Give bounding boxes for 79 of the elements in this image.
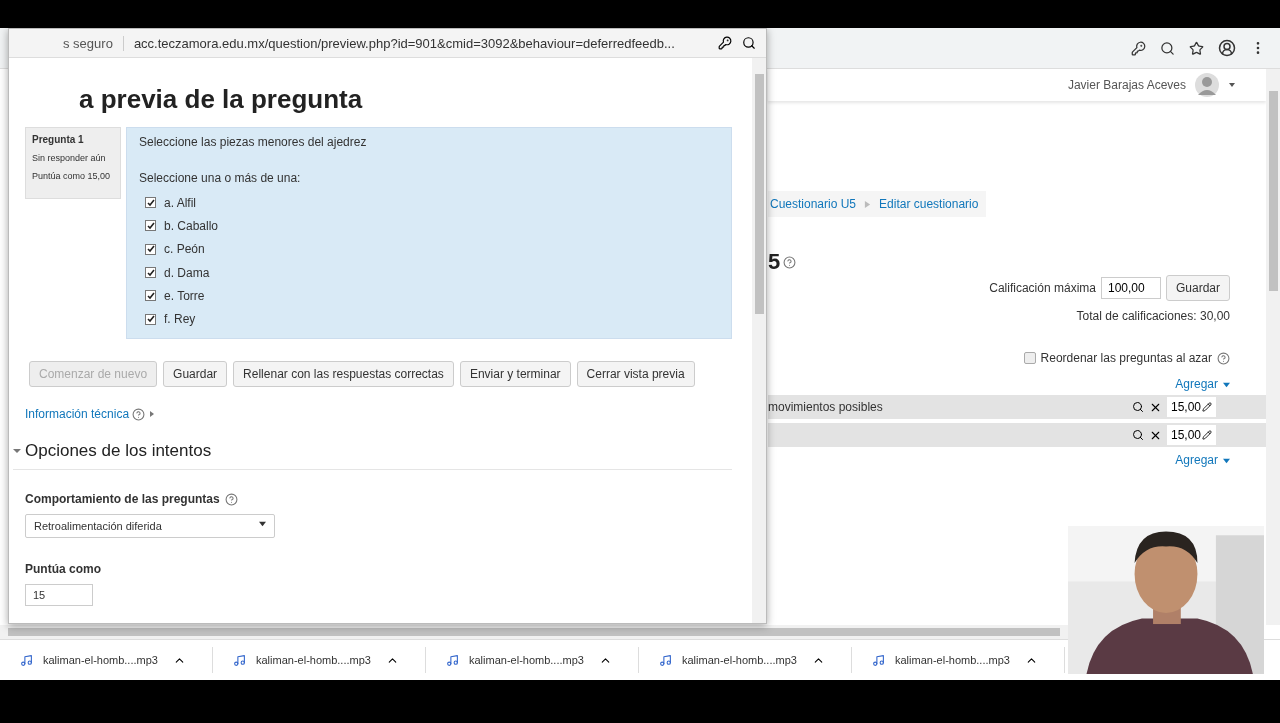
- edit-icon[interactable]: [1202, 402, 1212, 412]
- download-item[interactable]: kaliman-el-homb....mp3: [213, 647, 426, 673]
- question-number: Pregunta 1: [32, 134, 85, 145]
- option-label: b. Caballo: [164, 219, 219, 233]
- option-label: d. Dama: [164, 265, 210, 280]
- field-label: Puntúa como: [25, 562, 101, 576]
- zoom-icon: [1160, 40, 1175, 56]
- field-label: Calificación máxima: [989, 281, 1096, 295]
- help-icon: [1217, 351, 1230, 365]
- action-button[interactable]: Rellenar con las respuestas correctas: [233, 361, 454, 387]
- page-title: a previa de la pregunta: [79, 84, 364, 115]
- key-icon: [1131, 40, 1146, 56]
- audio-file-icon: [872, 653, 885, 667]
- mark-field[interactable]: 15,00: [1166, 397, 1216, 417]
- question-points: Puntúa como 15,00: [32, 171, 112, 181]
- caret-icon[interactable]: [1228, 81, 1236, 89]
- checkbox[interactable]: [145, 290, 156, 302]
- checkbox[interactable]: [145, 197, 156, 209]
- audio-file-icon: [659, 653, 672, 667]
- user-name[interactable]: Javier Barajas Aceves: [1067, 78, 1186, 92]
- mark-field[interactable]: 15,00: [1166, 425, 1216, 445]
- download-item[interactable]: kaliman-el-homb....mp3: [639, 647, 852, 673]
- scrollbar[interactable]: [1266, 69, 1280, 625]
- question-text: Seleccione las piezas menores del ajedrez: [139, 135, 368, 149]
- checkbox[interactable]: [1023, 352, 1036, 364]
- edit-icon[interactable]: [1202, 430, 1212, 440]
- bookmark-star-icon: [1189, 40, 1204, 56]
- technical-info-link[interactable]: Información técnica: [25, 407, 130, 421]
- scrollbar[interactable]: [752, 58, 766, 623]
- mark-input[interactable]: 15: [25, 584, 93, 606]
- help-icon: [783, 255, 797, 269]
- question-name: movimientos posibles: [768, 400, 883, 414]
- total-grades: Total de calificaciones: 30,00: [1076, 309, 1230, 323]
- horizontal-scrollbar[interactable]: [0, 625, 1068, 639]
- audio-file-icon: [446, 653, 459, 667]
- help-icon: [132, 407, 146, 421]
- caret-icon: [1223, 380, 1230, 388]
- security-label: s seguro: [63, 35, 124, 51]
- section-title[interactable]: Opciones de los intentos: [25, 441, 212, 461]
- action-button[interactable]: Guardar: [163, 361, 228, 387]
- add-link[interactable]: Agregar: [1175, 453, 1218, 467]
- action-button[interactable]: Enviar y terminar: [459, 361, 571, 387]
- option-label: c. Peón: [164, 242, 205, 257]
- audio-file-icon: [20, 653, 33, 667]
- action-button[interactable]: Cerrar vista previa: [576, 361, 695, 387]
- download-item[interactable]: kaliman-el-homb....mp3: [0, 647, 213, 673]
- save-button[interactable]: Guardar: [1165, 275, 1230, 301]
- question-status: Sin responder aún: [32, 153, 107, 163]
- breadcrumb-link[interactable]: Editar cuestionario: [879, 197, 979, 211]
- collapse-arrow-icon[interactable]: [13, 447, 21, 455]
- option-label: e. Torre: [164, 288, 205, 303]
- download-item[interactable]: kaliman-el-homb....mp3: [426, 647, 639, 673]
- account-icon: [1218, 39, 1236, 57]
- caret-icon: [259, 520, 266, 527]
- avatar-icon[interactable]: [1194, 72, 1220, 98]
- checkbox-label: Reordenar las preguntas al azar: [1040, 351, 1212, 365]
- download-item[interactable]: kaliman-el-homb....mp3: [852, 647, 1065, 673]
- checkbox[interactable]: [145, 220, 156, 232]
- checkbox[interactable]: [145, 313, 156, 325]
- breadcrumb-separator-icon: [864, 200, 872, 208]
- checkbox[interactable]: [145, 267, 156, 279]
- behaviour-select[interactable]: Retroalimentación diferida: [25, 514, 275, 538]
- breadcrumb-link[interactable]: Cuestionario U5: [770, 197, 857, 211]
- checkbox[interactable]: [145, 243, 156, 255]
- zoom-icon: [742, 36, 756, 50]
- option-label: a. Alfil: [164, 195, 196, 210]
- preview-icon: [1131, 429, 1144, 441]
- add-link[interactable]: Agregar: [1175, 377, 1218, 391]
- caret-icon: [1223, 456, 1230, 464]
- max-grade-input[interactable]: 100,00: [1100, 277, 1161, 299]
- option-label: f. Rey: [164, 312, 196, 327]
- help-icon: [224, 492, 238, 506]
- key-icon: [718, 36, 732, 50]
- url-text: acc.teczamora.edu.mx/question/preview.php?id=901&cmid=3092&behaviour=deferredfeedb...: [133, 35, 676, 51]
- audio-file-icon: [233, 653, 246, 667]
- preview-icon: [1131, 401, 1144, 413]
- page-heading: 5: [768, 249, 781, 275]
- field-label: Comportamiento de las preguntas: [25, 492, 220, 506]
- question-prompt: Seleccione una o más de una:: [139, 171, 302, 185]
